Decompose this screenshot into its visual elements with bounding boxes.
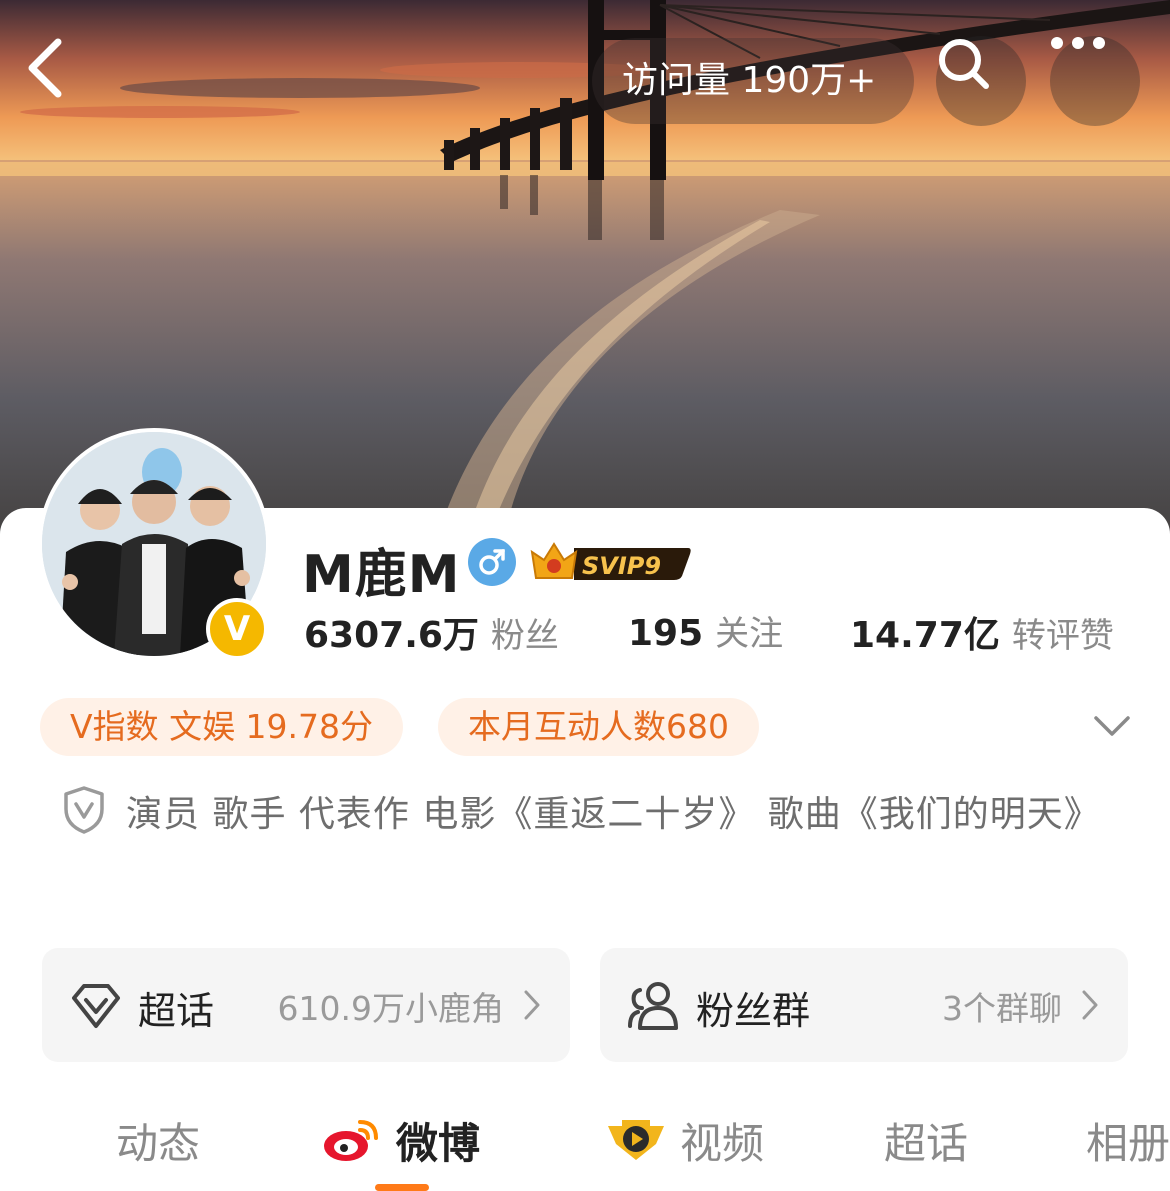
tab-album[interactable]: 相册 [1086, 1110, 1170, 1171]
crown-icon: SVIP9 [530, 542, 691, 580]
supertopic-tile[interactable]: 超话 610.9万小鹿角 [42, 948, 570, 1062]
profile-tabs: 动态 微博 视频 超话 相册 [0, 1100, 1170, 1191]
group-icon [628, 982, 678, 1030]
chevron-right-icon [524, 990, 540, 1020]
weibo-logo-icon [324, 1120, 378, 1161]
male-gender-icon [468, 538, 516, 586]
tab-weibo[interactable]: 微博 [396, 1110, 480, 1171]
supertopic-meta: 610.9万小鹿角 [277, 989, 504, 1028]
active-tab-indicator [375, 1184, 429, 1191]
stat-followers-label: 粉丝 [490, 616, 559, 656]
stat-reposts-num: 14.77亿 [850, 615, 1000, 656]
svip-label: SVIP9 [582, 552, 661, 580]
back-arrow-icon [28, 38, 62, 98]
verified-badge: V [206, 598, 268, 660]
stat-following-num: 195 [628, 613, 704, 654]
stat-followers-num: 6307.6万 [304, 615, 479, 656]
tab-activity[interactable]: 动态 [116, 1110, 200, 1171]
stat-followers[interactable]: 6307.6万 粉丝 [304, 606, 559, 658]
tab-video[interactable]: 视频 [680, 1110, 764, 1171]
svip-badge[interactable]: SVIP9 [528, 536, 692, 586]
profile-name: M鹿M [302, 545, 461, 605]
visit-count-badge: 访问量 190万+ [592, 38, 915, 124]
stat-following[interactable]: 195 关注 [628, 606, 783, 655]
stat-reposts[interactable]: 14.77亿 转评赞 [850, 606, 1114, 658]
chevron-right-icon [1082, 990, 1098, 1020]
video-play-icon [608, 1120, 664, 1160]
fan-group-title: 粉丝群 [696, 989, 811, 1033]
stat-following-label: 关注 [715, 614, 784, 654]
search-button[interactable] [936, 36, 1026, 126]
tab-supertopic[interactable]: 超话 [884, 1110, 968, 1171]
fan-group-tile[interactable]: 粉丝群 3个群聊 [600, 948, 1128, 1062]
monthly-interaction-pill[interactable]: 本月互动人数680 [438, 698, 759, 756]
diamond-icon [72, 984, 120, 1028]
search-icon [939, 39, 989, 89]
back-button[interactable] [22, 36, 114, 128]
profile-bio: 演员 歌手 代表作 电影《重返二十岁》 歌曲《我们的明天》 [126, 794, 1101, 835]
shield-icon [64, 786, 104, 834]
chevron-down-icon[interactable] [1090, 708, 1134, 744]
stat-reposts-label: 转评赞 [1011, 616, 1114, 656]
more-dots-icon [1051, 37, 1105, 49]
supertopic-title: 超话 [138, 989, 215, 1033]
v-index-pill[interactable]: V指数 文娱 19.78分 [40, 698, 404, 756]
more-button[interactable] [1050, 36, 1140, 126]
fan-group-meta: 3个群聊 [942, 989, 1062, 1028]
